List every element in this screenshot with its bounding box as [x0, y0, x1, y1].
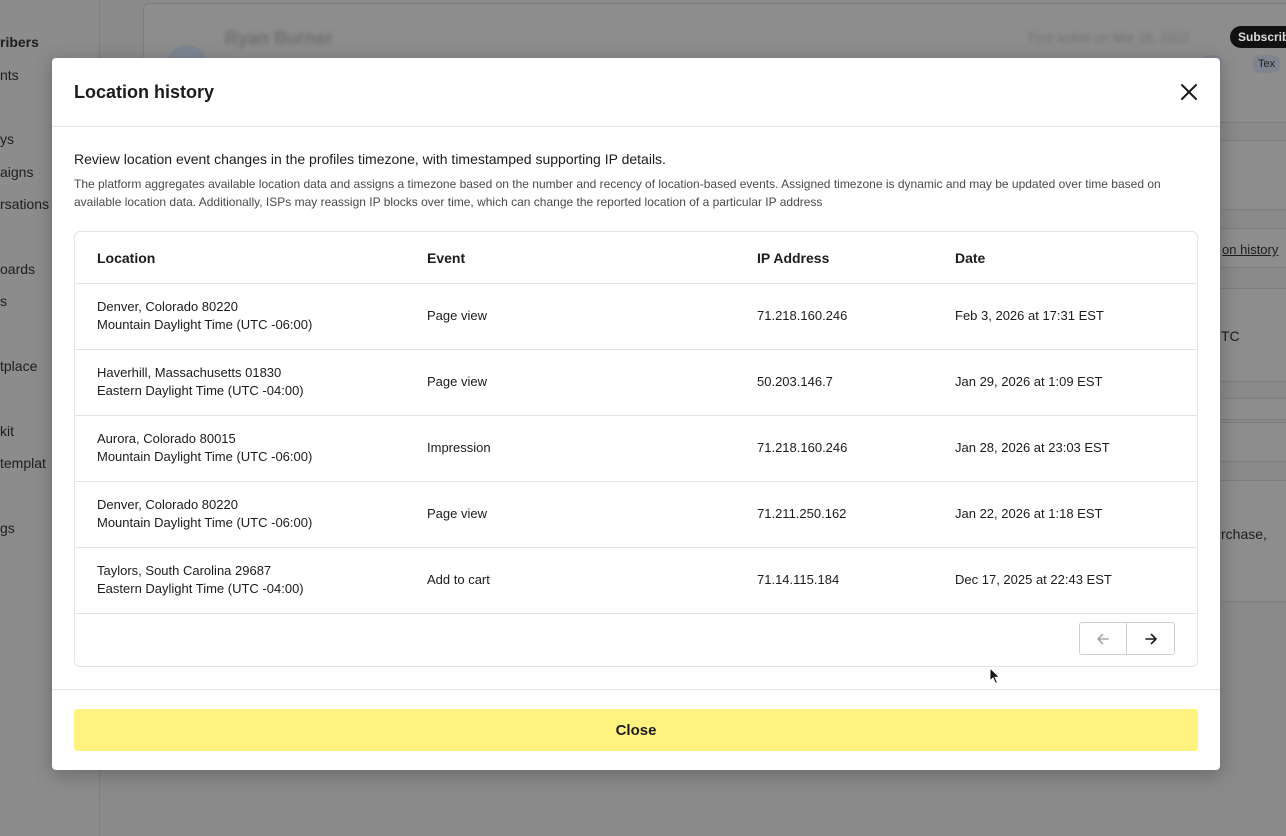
modal-title: Location history — [74, 82, 215, 102]
sidebar-item-campaigns: aigns — [0, 164, 34, 180]
sidebar-item-templates: templat — [0, 455, 46, 471]
sidebar-item-segments: nts — [0, 67, 19, 83]
sidebar-item-subscribers: ribers — [0, 34, 39, 50]
table-header: Location Event IP Address Date — [75, 232, 1197, 284]
sidebar-item-settings: gs — [0, 520, 15, 536]
column-header-location: Location — [97, 250, 156, 266]
location-timezone: Eastern Daylight Time (UTC -04:00) — [97, 581, 304, 596]
location-cell: Denver, Colorado 80220 Mountain Daylight… — [97, 298, 312, 334]
event-cell: Page view — [427, 506, 487, 521]
background-purchase-text: rchase, — [1221, 526, 1267, 542]
modal-intro: Review location event changes in the pro… — [74, 151, 666, 167]
text-chip: Tex — [1252, 55, 1282, 73]
table-row: Taylors, South Carolina 29687 Eastern Da… — [75, 548, 1197, 614]
location-timezone: Mountain Daylight Time (UTC -06:00) — [97, 515, 313, 530]
mouse-cursor-icon — [989, 666, 1001, 685]
table-row: Aurora, Colorado 80015 Mountain Daylight… — [75, 416, 1197, 482]
sidebar-item-conversations: rsations — [0, 196, 50, 212]
column-header-ip-address: IP Address — [757, 250, 830, 266]
event-cell: Add to cart — [427, 572, 490, 587]
background-profile-name: Ryan Burner — [225, 28, 334, 48]
arrow-left-icon — [1097, 633, 1109, 644]
location-timezone: Mountain Daylight Time (UTC -06:00) — [97, 449, 313, 464]
location-name: Denver, Colorado 80220 — [97, 497, 238, 512]
event-cell: Page view — [427, 374, 487, 389]
next-page-button[interactable] — [1127, 623, 1174, 654]
modal-description: The platform aggregates available locati… — [74, 177, 1161, 209]
location-cell: Haverhill, Massachusetts 01830 Eastern D… — [97, 364, 304, 400]
ip-cell: 71.218.160.246 — [757, 308, 848, 323]
location-cell: Aurora, Colorado 80015 Mountain Daylight… — [97, 430, 312, 466]
location-name: Taylors, South Carolina 29687 — [97, 563, 272, 578]
modal-footer: Close — [52, 689, 1220, 770]
column-header-event: Event — [427, 250, 466, 266]
background-first-active: First active on Mar 16, 2022 — [1028, 30, 1190, 45]
date-cell: Jan 29, 2026 at 1:09 EST — [955, 374, 1103, 389]
arrow-right-icon — [1144, 633, 1157, 644]
location-history-link: on history — [1222, 242, 1279, 257]
previous-page-button[interactable] — [1080, 623, 1128, 654]
sidebar-item-dashboards: oards — [0, 261, 36, 277]
ip-cell: 71.14.115.184 — [757, 572, 840, 587]
location-name: Haverhill, Massachusetts 01830 — [97, 365, 282, 380]
table-row: Denver, Colorado 80220 Mountain Daylight… — [75, 482, 1197, 548]
subscribed-badge: Subscribe — [1230, 26, 1286, 48]
location-name: Denver, Colorado 80220 — [97, 299, 238, 314]
ip-cell: 71.211.250.162 — [757, 506, 847, 521]
location-timezone: Eastern Daylight Time (UTC -04:00) — [97, 383, 304, 398]
table-row: Denver, Colorado 80220 Mountain Daylight… — [75, 284, 1197, 350]
column-header-date: Date — [955, 250, 986, 266]
date-cell: Jan 28, 2026 at 23:03 EST — [955, 440, 1110, 455]
location-cell: Taylors, South Carolina 29687 Eastern Da… — [97, 562, 304, 598]
date-cell: Dec 17, 2025 at 22:43 EST — [955, 572, 1112, 587]
sidebar-item-journeys: ys — [0, 131, 14, 147]
background-timezone-text: TC — [1221, 328, 1240, 344]
location-timezone: Mountain Daylight Time (UTC -06:00) — [97, 317, 313, 332]
close-button[interactable]: Close — [74, 709, 1198, 751]
date-cell: Feb 3, 2026 at 17:31 EST — [955, 308, 1104, 323]
background-panel — [1221, 398, 1286, 420]
ip-cell: 50.203.146.7 — [757, 374, 833, 389]
location-cell: Denver, Colorado 80220 Mountain Daylight… — [97, 496, 312, 532]
sidebar-item-toolkit: kit — [0, 423, 14, 439]
location-history-table: Location Event IP Address Date Denver, C… — [74, 231, 1198, 667]
close-icon[interactable] — [1177, 80, 1201, 104]
event-cell: Page view — [427, 308, 487, 323]
location-name: Aurora, Colorado 80015 — [97, 431, 236, 446]
ip-cell: 71.218.160.246 — [757, 440, 848, 455]
event-cell: Impression — [427, 440, 491, 455]
sidebar-item-reports: s — [0, 293, 7, 309]
sidebar-item-marketplace: tplace — [0, 358, 38, 374]
pagination — [1079, 622, 1175, 655]
background-panel — [1221, 140, 1286, 210]
location-history-modal: Location history Review location event c… — [52, 58, 1220, 770]
modal-header: Location history — [52, 58, 1220, 127]
date-cell: Jan 22, 2026 at 1:18 EST — [955, 506, 1103, 521]
background-panel — [1221, 422, 1286, 462]
table-row: Haverhill, Massachusetts 01830 Eastern D… — [75, 350, 1197, 416]
